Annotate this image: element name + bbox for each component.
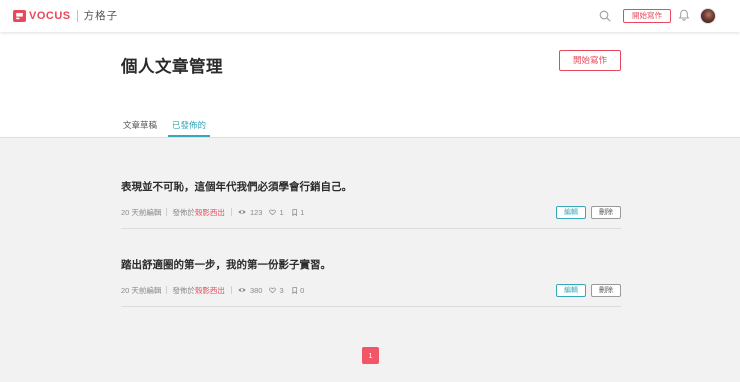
published-prefix: 發佈於 (172, 285, 195, 295)
top-navigation-bar: VOCUS 方格子 開始寫作 (0, 0, 740, 32)
like-count: 3 (279, 285, 284, 295)
salon-link[interactable]: 殼影西出 (195, 285, 225, 296)
avatar[interactable] (700, 8, 716, 24)
bell-icon[interactable] (678, 9, 690, 21)
article-meta: 20 天前編輯 發佈於 殼影西出 380 3 0 (121, 285, 304, 295)
salon-link[interactable]: 殼影西出 (195, 207, 225, 218)
like-count: 1 (279, 207, 284, 217)
edit-button[interactable]: 編輯 (556, 284, 586, 297)
tab-published[interactable]: 已發佈的 (168, 115, 211, 137)
heart-icon (269, 209, 277, 216)
bookmark-count: 1 (300, 207, 305, 217)
edit-button[interactable]: 編輯 (556, 206, 586, 219)
delete-button[interactable]: 刪除 (591, 206, 621, 219)
logo-subtitle: 方格子 (83, 10, 119, 22)
header-write-button[interactable]: 開始寫作 (623, 9, 671, 23)
search-icon[interactable] (599, 10, 611, 22)
bookmark-icon (292, 286, 297, 294)
page-title: 個人文章管理 (121, 58, 223, 76)
bookmark-count: 0 (300, 285, 305, 295)
view-count: 380 (249, 285, 263, 295)
start-writing-button[interactable]: 開始寫作 (559, 50, 621, 71)
article-title[interactable]: 踏出舒適圈的第一步，我的第一份影子實習。 (121, 258, 331, 272)
eye-icon (238, 210, 246, 214)
heart-icon (269, 287, 277, 294)
bookmark-icon (292, 208, 297, 216)
article-title[interactable]: 表現並不可恥，這個年代我們必須學會行銷自己。 (121, 180, 352, 194)
edited-time: 20 天前編輯 (121, 285, 162, 295)
article-item: 表現並不可恥，這個年代我們必須學會行銷自己。 20 天前編輯 發佈於 殼影西出 … (121, 160, 621, 229)
pagination-page-1[interactable]: 1 (362, 347, 379, 364)
vocus-logo[interactable]: VOCUS 方格子 (13, 9, 118, 23)
published-prefix: 發佈於 (172, 207, 195, 217)
logo-icon (13, 10, 26, 22)
meta-divider (166, 208, 168, 216)
logo-divider (76, 10, 78, 22)
logo-text: VOCUS (29, 10, 71, 22)
meta-divider (166, 286, 168, 294)
page-header: 個人文章管理 開始寫作 文章草稿 已發佈的 (0, 32, 740, 138)
meta-divider (230, 286, 232, 294)
article-meta: 20 天前編輯 發佈於 殼影西出 123 1 1 (121, 207, 304, 217)
edited-time: 20 天前編輯 (121, 207, 162, 217)
article-item: 踏出舒適圈的第一步，我的第一份影子實習。 20 天前編輯 發佈於 殼影西出 38… (121, 238, 621, 307)
delete-button[interactable]: 刪除 (591, 284, 621, 297)
view-count: 123 (249, 207, 263, 217)
meta-divider (230, 208, 232, 216)
eye-icon (238, 288, 246, 292)
tab-drafts[interactable]: 文章草稿 (119, 115, 161, 137)
